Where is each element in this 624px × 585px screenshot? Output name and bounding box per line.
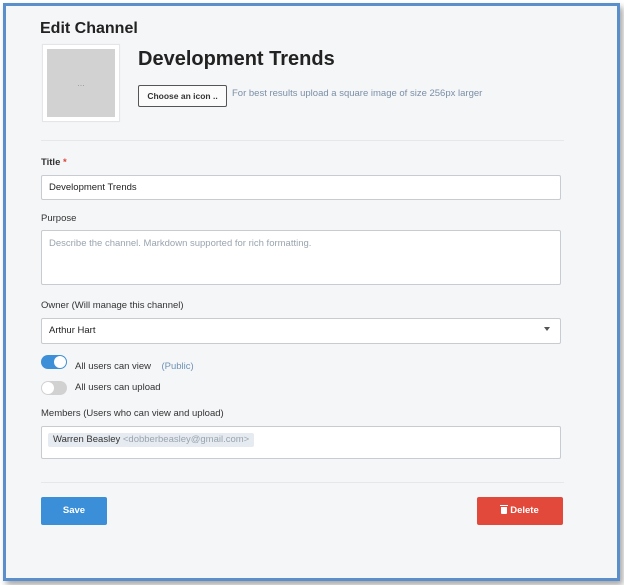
- trash-icon: [500, 505, 509, 514]
- required-marker: *: [63, 157, 67, 168]
- upload-toggle[interactable]: [41, 381, 67, 395]
- delete-label: Delete: [510, 505, 539, 516]
- choose-icon-button[interactable]: Choose an icon ..: [138, 85, 227, 107]
- member-name: Warren Beasley: [53, 434, 121, 445]
- title-label: Title *: [41, 157, 67, 168]
- channel-icon-preview: ...: [42, 44, 120, 122]
- purpose-label: Purpose: [41, 213, 77, 224]
- owner-select[interactable]: Arthur Hart: [41, 318, 561, 344]
- members-label: Members (Users who can view and upload): [41, 408, 224, 419]
- page-title: Edit Channel: [40, 20, 138, 37]
- channel-name-heading: Development Trends: [138, 48, 335, 70]
- view-toggle-text: All users can view (Public): [75, 356, 194, 374]
- purpose-textarea[interactable]: Describe the channel. Markdown supported…: [41, 230, 561, 285]
- toggle-knob: [42, 382, 54, 394]
- icon-hint: For best results upload a square image o…: [232, 88, 483, 99]
- public-note: (Public): [161, 361, 194, 372]
- members-input[interactable]: Warren Beasley <dobberbeasley@gmail.com>: [41, 426, 561, 459]
- toggle-knob: [54, 356, 66, 368]
- edit-channel-panel: Edit Channel ... Development Trends Choo…: [3, 3, 620, 581]
- owner-value: Arthur Hart: [49, 325, 96, 336]
- delete-button[interactable]: Delete: [477, 497, 563, 525]
- chevron-down-icon: [544, 327, 550, 331]
- view-toggle[interactable]: [41, 355, 67, 369]
- purpose-placeholder: Describe the channel. Markdown supported…: [49, 238, 312, 249]
- save-button[interactable]: Save: [41, 497, 107, 525]
- owner-label: Owner (Will manage this channel): [41, 300, 184, 311]
- section-divider: [41, 140, 564, 141]
- footer-divider: [41, 482, 564, 483]
- icon-placeholder: ...: [47, 49, 115, 117]
- view-toggle-label: All users can view: [75, 361, 152, 372]
- upload-toggle-label: All users can upload: [75, 382, 161, 393]
- member-email: <dobberbeasley@gmail.com>: [122, 434, 250, 445]
- member-chip[interactable]: Warren Beasley <dobberbeasley@gmail.com>: [48, 433, 255, 447]
- title-input[interactable]: Development Trends: [41, 175, 561, 200]
